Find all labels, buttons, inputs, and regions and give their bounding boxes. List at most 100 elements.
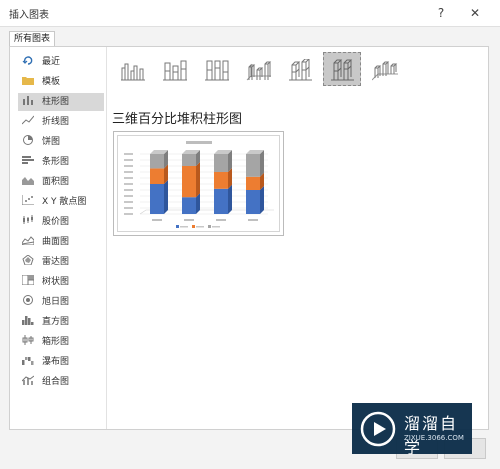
sidebar-item-scatter[interactable]: X Y 散点图 xyxy=(18,193,104,211)
subtype-3d-column[interactable] xyxy=(365,52,403,86)
preview-column-segment xyxy=(182,154,196,166)
preview-column-segment xyxy=(246,176,260,190)
sidebar-item-surface[interactable]: 曲面图 xyxy=(18,233,104,251)
sidebar-item-waterfall[interactable]: 瀑布图 xyxy=(18,353,104,371)
preview-column-side xyxy=(196,162,200,198)
preview-column-side xyxy=(260,186,264,214)
subtype-clustered-column[interactable] xyxy=(113,52,151,86)
play-logo-icon xyxy=(360,411,396,447)
waterfall-icon xyxy=(22,357,34,365)
preview-column-side xyxy=(228,184,232,214)
sidebar-item-label: 最近 xyxy=(42,57,61,67)
preview-column-segment xyxy=(150,154,164,169)
sidebar-item-radar[interactable]: 雷达图 xyxy=(18,253,104,271)
close-button[interactable]: ✕ xyxy=(466,4,484,22)
sidebar-item-sunburst[interactable]: 旭日图 xyxy=(18,293,104,311)
sidebar-item-combo[interactable]: 组合图 xyxy=(18,373,104,391)
preview-legend-swatch xyxy=(208,225,211,228)
100-stacked-column-icon xyxy=(205,60,229,81)
sidebar-item-label: 组合图 xyxy=(42,377,70,387)
preview-axis-tick xyxy=(124,195,133,197)
preview-axis-tick xyxy=(124,183,133,185)
sidebar-item-label: 旭日图 xyxy=(42,297,70,307)
preview-column-side xyxy=(164,180,168,214)
help-button[interactable]: ? xyxy=(432,4,450,22)
preview-axis-tick xyxy=(124,171,133,173)
subtype-3d-clustered-column[interactable] xyxy=(239,52,277,86)
subtype-stacked-column[interactable] xyxy=(155,52,193,86)
3d-stacked-column-icon xyxy=(289,59,312,81)
subtype-100-stacked-column[interactable] xyxy=(197,52,235,86)
preview-axis-tick xyxy=(124,165,133,167)
sidebar-item-label: 模板 xyxy=(42,77,61,87)
preview-axis-tick xyxy=(124,177,133,179)
radar-chart-icon xyxy=(22,255,34,265)
preview-legend-swatch xyxy=(192,225,195,228)
column-chart-icon xyxy=(23,96,33,105)
sidebar-item-boxwhisker[interactable]: 箱形图 xyxy=(18,333,104,351)
combo-chart-icon xyxy=(22,375,34,385)
sidebar-item-label: 树状图 xyxy=(42,277,70,287)
preview-title-placeholder xyxy=(186,141,212,144)
chart-preview[interactable] xyxy=(113,131,284,236)
sidebar-item-label: 股价图 xyxy=(42,217,70,227)
sidebar-item-label: 雷达图 xyxy=(42,257,70,267)
preview-legend-text xyxy=(212,226,220,228)
title-bar: 插入图表 ? ✕ xyxy=(0,0,500,27)
sidebar-item-bar[interactable]: 条形图 xyxy=(18,153,104,171)
subtype-3d-100-stacked-column[interactable] xyxy=(323,52,361,86)
stock-chart-icon xyxy=(23,215,33,224)
sidebar-item-histogram[interactable]: 直方图 xyxy=(18,313,104,331)
sidebar-item-templates[interactable]: 模板 xyxy=(18,73,104,91)
preview-column-segment xyxy=(182,166,196,198)
treemap-icon xyxy=(22,275,34,285)
preview-axis-tick xyxy=(124,189,133,191)
subtype-3d-stacked-column[interactable] xyxy=(281,52,319,86)
sidebar-item-recent[interactable]: 最近 xyxy=(18,53,104,71)
preview-axis-tick xyxy=(124,159,133,161)
preview-legend-swatch xyxy=(176,225,179,228)
preview-category-tick xyxy=(184,219,194,221)
preview-column-segment xyxy=(150,184,164,214)
box-whisker-icon xyxy=(22,335,34,345)
sidebar-item-label: 直方图 xyxy=(42,317,70,327)
histogram-icon xyxy=(22,316,34,325)
3d-column-icon xyxy=(372,61,398,81)
preview-axis-tick xyxy=(124,207,133,209)
sidebar-item-area[interactable]: 面积图 xyxy=(18,173,104,191)
preview-column-segment xyxy=(214,172,228,189)
sidebar-item-label: 箱形图 xyxy=(42,337,70,347)
chart-preview-frame xyxy=(117,135,280,232)
dialog-title: 插入图表 xyxy=(9,10,49,21)
preview-column-segment xyxy=(182,197,196,214)
stacked-column-icon xyxy=(163,60,187,81)
preview-axis-tick xyxy=(124,153,133,155)
chart-type-sidebar: 最近 模板 柱形图 折线图 饼图 条形图 面积图 X Y 散点图 股价图 曲面图… xyxy=(10,47,106,429)
bar-chart-icon xyxy=(22,156,34,164)
watermark-url: ZIXUE.3066.COM xyxy=(404,434,464,442)
recent-icon xyxy=(22,56,33,65)
sidebar-item-treemap[interactable]: 树状图 xyxy=(18,273,104,291)
chart-panel: 最近 模板 柱形图 折线图 饼图 条形图 面积图 X Y 散点图 股价图 曲面图… xyxy=(9,46,489,430)
preview-axis-tick xyxy=(124,201,133,203)
preview-column-side xyxy=(260,150,264,177)
folder-icon xyxy=(22,77,34,85)
tab-all-charts[interactable]: 所有图表 xyxy=(9,31,56,46)
sidebar-item-column[interactable]: 柱形图 xyxy=(18,93,104,111)
preview-column-segment xyxy=(214,188,228,214)
sidebar-item-pie[interactable]: 饼图 xyxy=(18,133,104,151)
preview-axis-tick xyxy=(124,213,133,215)
chart-preview-thumbnail xyxy=(124,141,274,228)
sidebar-item-label: 折线图 xyxy=(42,117,70,127)
sidebar-item-label: 柱形图 xyxy=(42,97,70,107)
sidebar-item-label: 面积图 xyxy=(42,177,70,187)
clustered-column-icon xyxy=(121,63,145,81)
sidebar-item-line[interactable]: 折线图 xyxy=(18,113,104,131)
preview-category-tick xyxy=(248,219,258,221)
sidebar-item-label: 条形图 xyxy=(42,157,70,167)
sidebar-item-stock[interactable]: 股价图 xyxy=(18,213,104,231)
sidebar-item-label: 饼图 xyxy=(42,137,61,147)
sidebar-divider xyxy=(106,47,107,429)
sidebar-item-label: 曲面图 xyxy=(42,237,70,247)
preview-column-segment xyxy=(246,154,260,177)
